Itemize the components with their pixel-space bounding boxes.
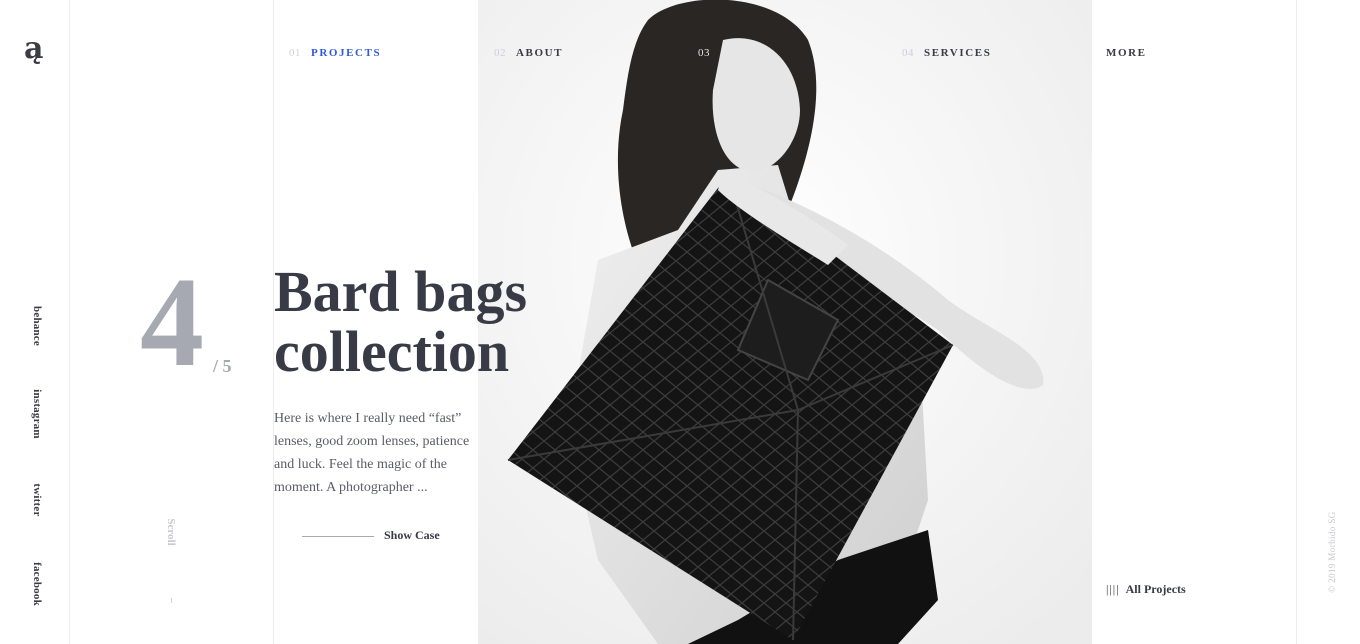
show-case-button[interactable]: Show Case	[384, 528, 440, 543]
social-link-twitter[interactable]: twitter	[31, 483, 43, 516]
nav-item-03[interactable]: 03	[698, 47, 720, 59]
nav-item-about[interactable]: 02 ABOUT	[494, 47, 563, 59]
social-link-behance[interactable]: behance	[31, 306, 43, 346]
all-projects-link[interactable]: |||| All Projects	[1106, 582, 1186, 597]
slide-current-number: 4	[140, 251, 204, 393]
nav-number: 04	[902, 47, 914, 59]
nav-item-more[interactable]: MORE	[1106, 47, 1147, 59]
project-title: Bard bags collection	[274, 262, 604, 382]
nav-number: 03	[698, 47, 710, 59]
nav-label: MORE	[1106, 47, 1147, 59]
nav-item-services[interactable]: 04 SERVICES	[902, 47, 991, 59]
scroll-dot	[171, 598, 172, 603]
project-title-line-2: collection	[274, 319, 510, 384]
bars-icon: ||||	[1106, 582, 1120, 596]
social-link-instagram[interactable]: instagram	[31, 389, 43, 438]
social-link-facebook[interactable]: facebook	[31, 562, 43, 606]
grid-line	[69, 0, 70, 644]
nav-item-projects[interactable]: 01 PROJECTS	[289, 47, 381, 59]
all-projects-label: All Projects	[1125, 582, 1186, 596]
nav-label: SERVICES	[924, 47, 992, 59]
copyright: © 2019 Morbido SG	[1327, 511, 1337, 593]
project-description: Here is where I really need “fast” lense…	[274, 411, 470, 495]
slide-total: / 5	[213, 356, 232, 376]
scroll-indicator[interactable]: Scroll	[165, 518, 177, 545]
grid-line	[1296, 0, 1297, 644]
nav-label: ABOUT	[516, 47, 564, 59]
nav-label: PROJECTS	[311, 47, 382, 59]
nav-number: 01	[289, 47, 301, 59]
showcase-line	[302, 536, 374, 537]
project-title-line-1: Bard bags	[274, 259, 528, 324]
logo[interactable]: ą	[24, 34, 43, 64]
nav-number: 02	[494, 47, 506, 59]
